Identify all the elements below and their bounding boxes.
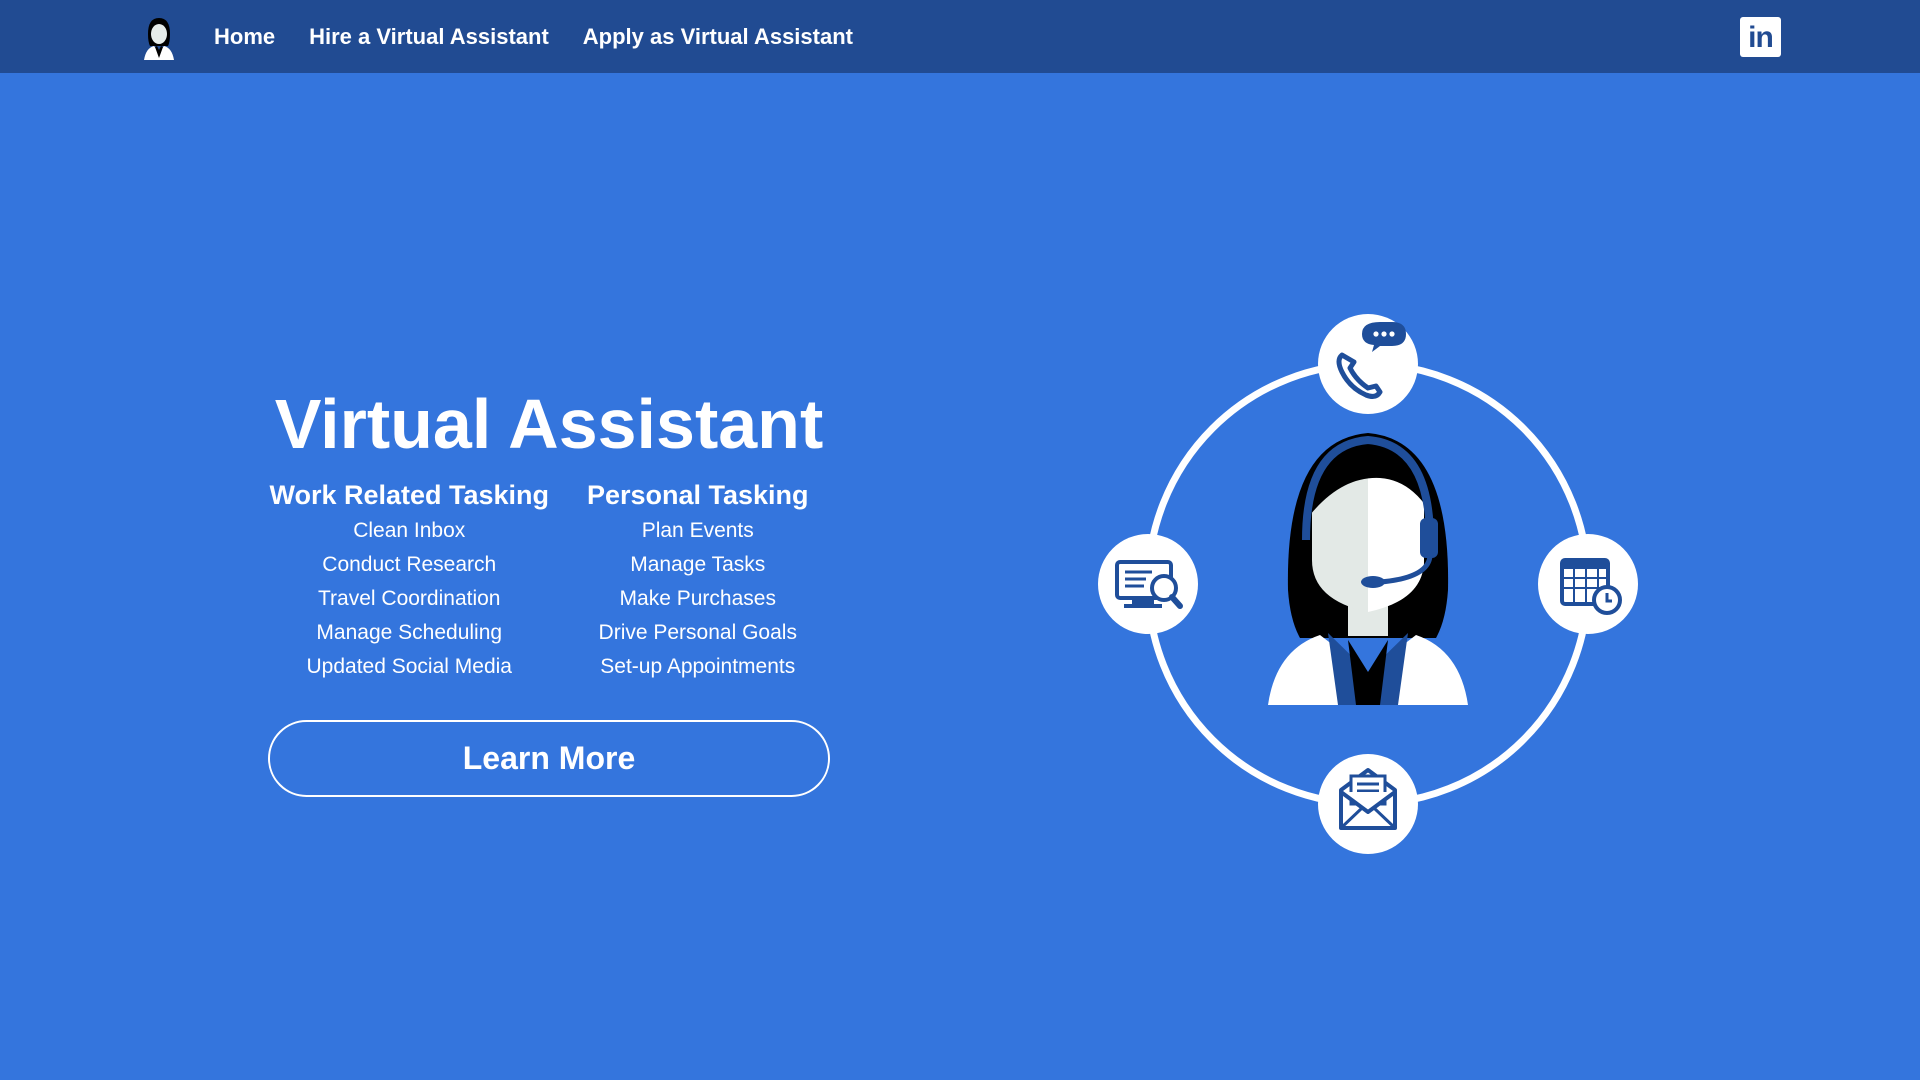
personal-item: Plan Events — [641, 519, 754, 542]
hero-text: Virtual Assistant Work Related Tasking C… — [268, 380, 830, 684]
work-item: Travel Coordination — [318, 587, 501, 610]
work-item: Manage Scheduling — [316, 621, 503, 644]
personal-item: Manage Tasks — [630, 553, 766, 576]
assistant-avatar-icon[interactable] — [142, 14, 176, 60]
monitor-search-icon — [1098, 534, 1198, 634]
personal-tasking-column: Personal Tasking Plan Events Manage Task… — [554, 476, 843, 684]
work-item: Updated Social Media — [306, 655, 512, 678]
nav-apply-link[interactable]: Apply as Virtual Assistant — [583, 24, 853, 50]
phone-chat-icon — [1318, 314, 1418, 414]
personal-tasking-heading: Personal Tasking — [586, 480, 809, 510]
personal-item: Set-up Appointments — [600, 655, 796, 678]
nav-links: Home Hire a Virtual Assistant Apply as V… — [214, 0, 853, 73]
nav-home-link[interactable]: Home — [214, 24, 275, 50]
learn-more-button[interactable]: Learn More — [268, 720, 830, 797]
linkedin-icon[interactable]: in — [1740, 17, 1781, 57]
page-title: Virtual Assistant — [274, 385, 824, 463]
work-tasking-heading: Work Related Tasking — [269, 480, 550, 510]
linkedin-label: in — [1748, 21, 1774, 54]
personal-item: Drive Personal Goals — [598, 621, 797, 644]
work-item: Clean Inbox — [353, 519, 466, 542]
tasking-columns: Work Related Tasking Clean Inbox Conduct… — [268, 476, 830, 684]
envelope-icon — [1318, 754, 1418, 854]
assistant-headset-icon — [1268, 433, 1468, 705]
work-tasking-column: Work Related Tasking Clean Inbox Conduct… — [265, 476, 554, 684]
assistant-illustration — [1098, 314, 1638, 854]
work-item: Conduct Research — [322, 553, 497, 576]
top-navbar: Home Hire a Virtual Assistant Apply as V… — [0, 0, 1920, 73]
calendar-clock-icon — [1538, 534, 1638, 634]
personal-item: Make Purchases — [619, 587, 776, 610]
nav-hire-link[interactable]: Hire a Virtual Assistant — [309, 24, 549, 50]
